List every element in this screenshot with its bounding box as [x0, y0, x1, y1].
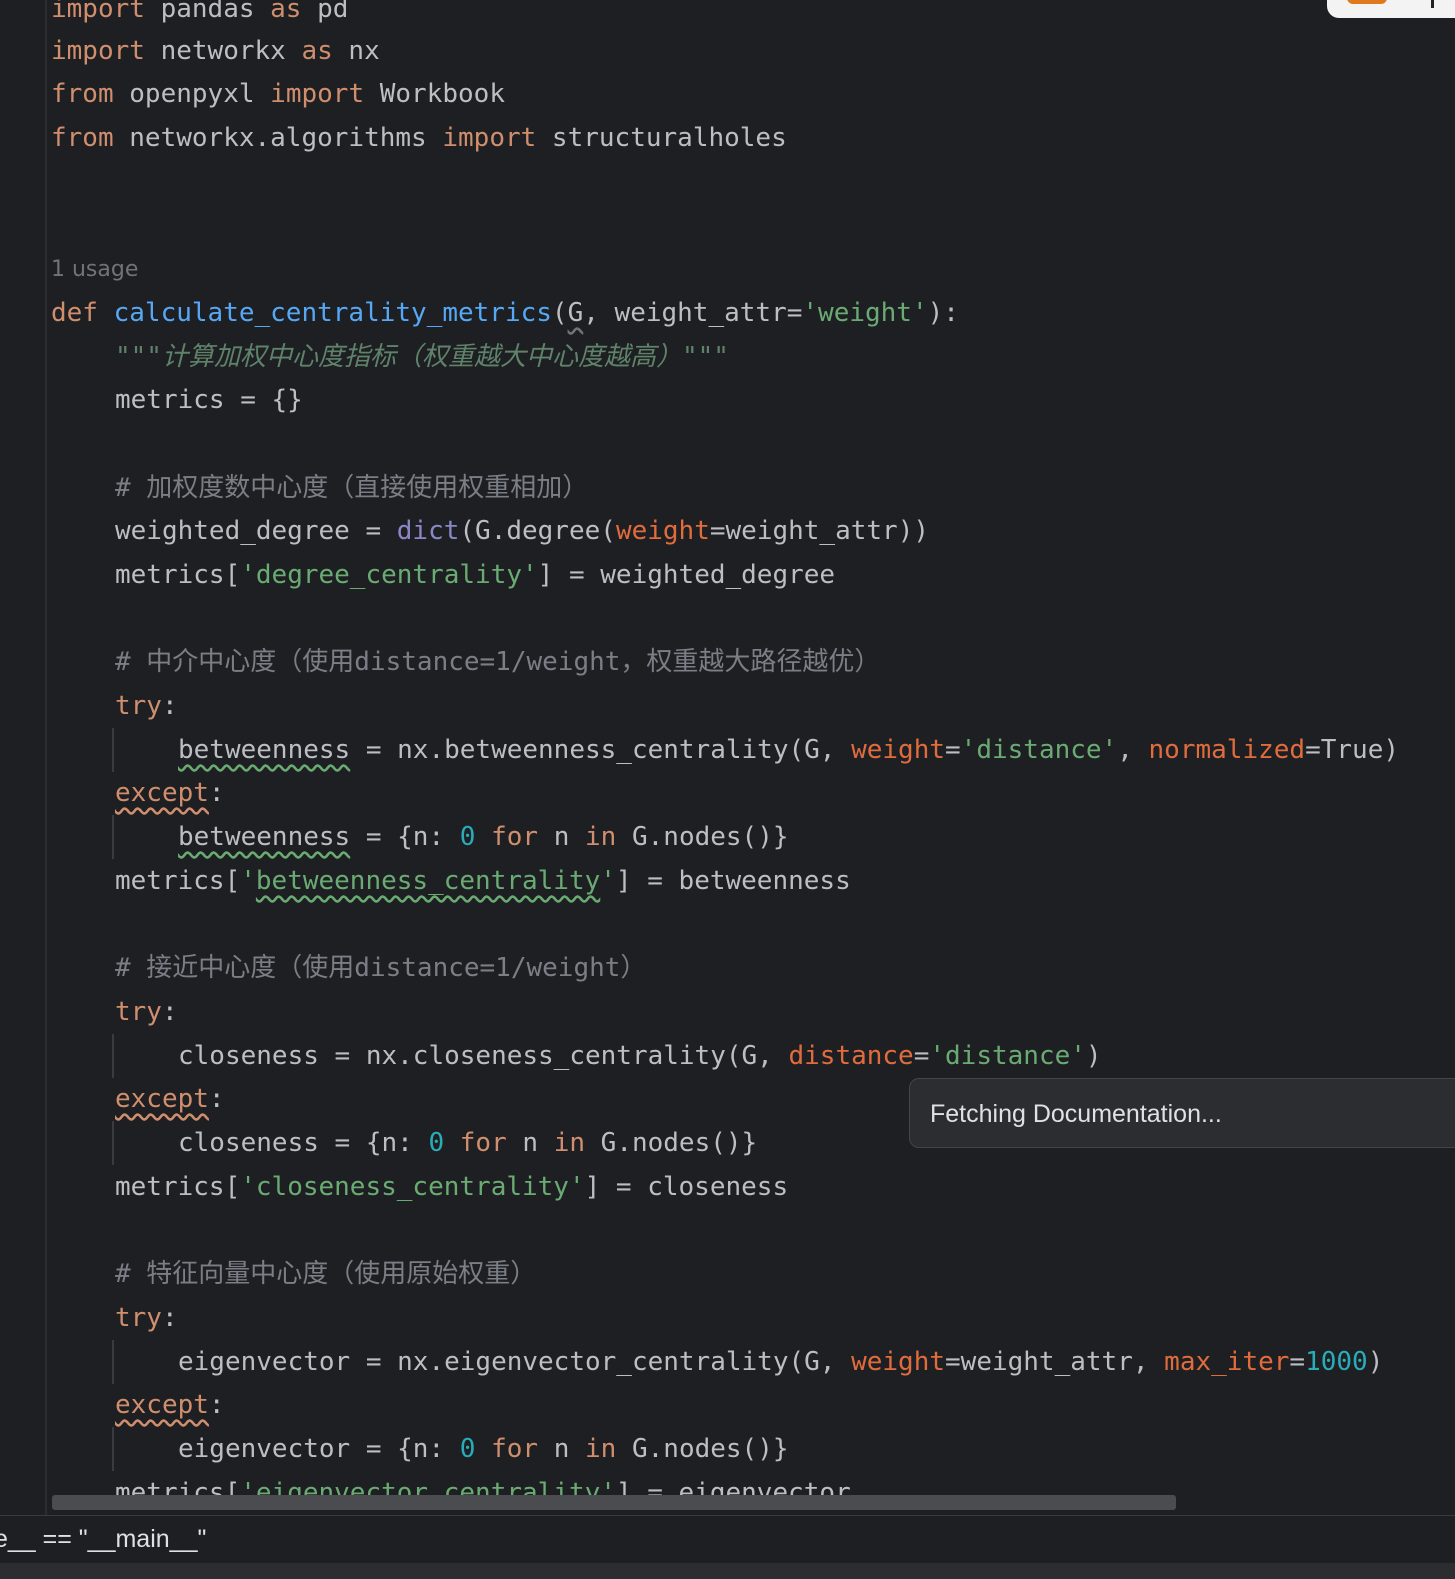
comment-betweenness: # 中介中心度（使用distance=1/weight，权重越大路径越优）	[115, 647, 881, 677]
code-line-except-betweenness[interactable]: except:	[115, 771, 225, 815]
function-name[interactable]: calculate_centrality_metrics	[114, 298, 552, 328]
code-line-betweenness-assign[interactable]: metrics['betweenness_centrality'] = betw…	[115, 859, 851, 903]
code-line-betweenness-fallback[interactable]: betweenness = {n: 0 for n in G.nodes()}	[178, 815, 789, 859]
code-line-closeness-calc[interactable]: closeness = nx.closeness_centrality(G, d…	[178, 1034, 1102, 1078]
comment-degree: # 加权度数中心度（直接使用权重相加）	[115, 473, 589, 503]
bottom-breadcrumb-bar[interactable]: e__ == "__main__"	[0, 1515, 1455, 1564]
indent-guide	[112, 728, 114, 772]
horizontal-scrollbar[interactable]	[52, 1495, 1176, 1510]
breadcrumb-text[interactable]: e__ == "__main__"	[0, 1516, 206, 1562]
code-line-try-betweenness[interactable]: try:	[115, 684, 178, 728]
documentation-popup[interactable]: Fetching Documentation...	[909, 1078, 1455, 1148]
code-line-eigenvector-fallback[interactable]: eigenvector = {n: 0 for n in G.nodes()}	[178, 1427, 789, 1471]
bottom-strip	[0, 1563, 1455, 1579]
widget-orange-icon	[1347, 0, 1387, 4]
code-line-except-eigenvector[interactable]: except:	[115, 1383, 225, 1427]
indent-guide	[112, 1340, 114, 1384]
code-line-eigenvector-calc[interactable]: eigenvector = nx.eigenvector_centrality(…	[178, 1340, 1383, 1384]
code-line-try-eigenvector[interactable]: try:	[115, 1296, 178, 1340]
code-line-degree-assign[interactable]: metrics['degree_centrality'] = weighted_…	[115, 553, 835, 597]
docstring: """计算加权中心度指标（权重越大中心度越高）"""	[115, 342, 729, 372]
code-line-import-networkx[interactable]: import networkx as nx	[51, 29, 380, 73]
indent-guide	[112, 1121, 114, 1165]
usage-hint[interactable]: 1 usage	[51, 248, 138, 292]
top-right-widget[interactable]	[1327, 0, 1455, 18]
code-line-weighted-degree[interactable]: weighted_degree = dict(G.degree(weight=w…	[115, 509, 929, 553]
code-line-closeness-assign[interactable]: metrics['closeness_centrality'] = closen…	[115, 1165, 788, 1209]
code-editor[interactable]: import pandas as pd import networkx as n…	[0, 0, 1455, 1515]
gutter-divider	[45, 0, 47, 1515]
code-line-betweenness-calc[interactable]: betweenness = nx.betweenness_centrality(…	[178, 728, 1399, 772]
comment-eigenvector: # 特征向量中心度（使用原始权重）	[115, 1259, 537, 1289]
code-line-from-networkx-algorithms[interactable]: from networkx.algorithms import structur…	[51, 116, 787, 160]
indent-guide	[112, 1034, 114, 1078]
popup-text: Fetching Documentation...	[930, 1100, 1222, 1128]
comment-closeness: # 接近中心度（使用distance=1/weight）	[115, 953, 647, 983]
code-line-metrics-init[interactable]: metrics = {}	[115, 378, 303, 422]
code-line-import-pandas[interactable]: import pandas as pd	[51, 0, 348, 31]
indent-guide	[112, 1427, 114, 1471]
code-line-closeness-fallback[interactable]: closeness = {n: 0 for n in G.nodes()}	[178, 1121, 757, 1165]
indent-guide	[112, 815, 114, 859]
code-line-try-closeness[interactable]: try:	[115, 990, 178, 1034]
code-line-except-closeness[interactable]: except:	[115, 1077, 225, 1121]
code-line-from-openpyxl[interactable]: from openpyxl import Workbook	[51, 72, 505, 116]
widget-bar-icon	[1431, 0, 1434, 8]
code-line-def[interactable]: def calculate_centrality_metrics(G, weig…	[51, 291, 959, 335]
